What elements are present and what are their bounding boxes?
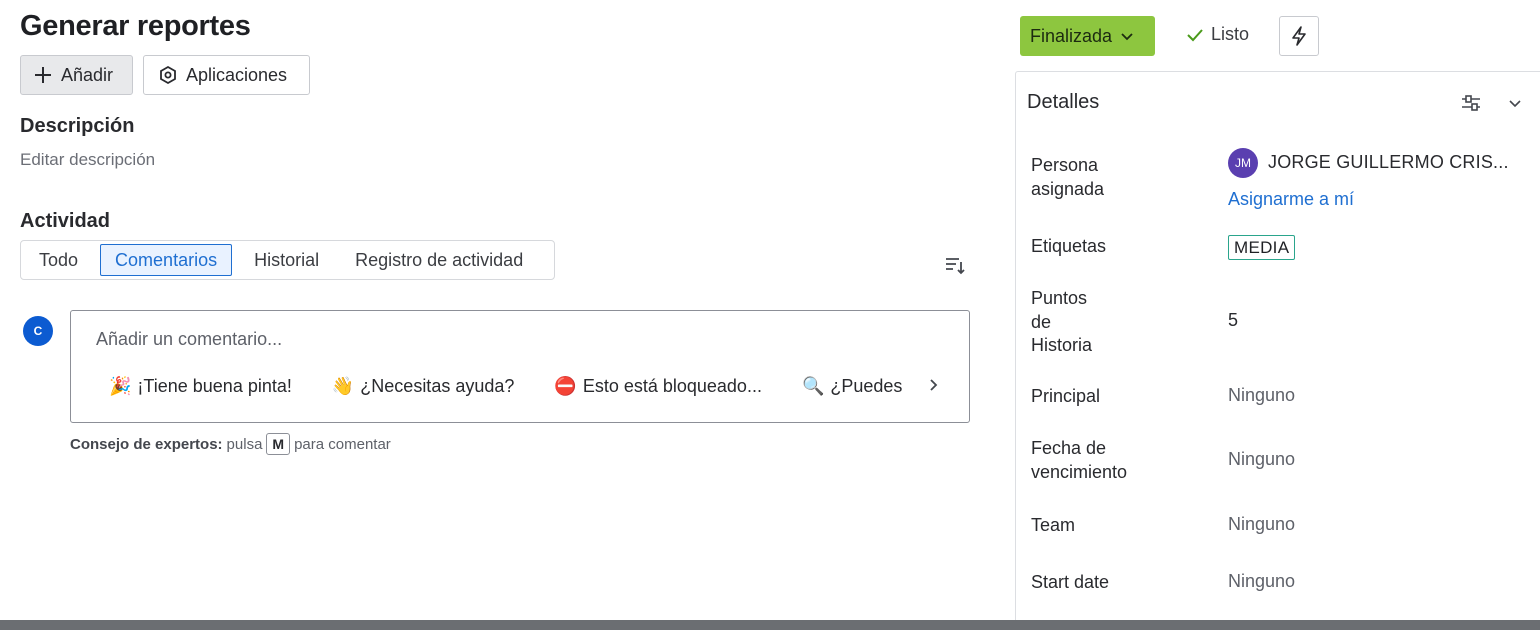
page-title: Generar reportes (20, 10, 251, 42)
hexagon-apps-icon (160, 65, 176, 85)
parent-value[interactable]: Ninguno (1228, 385, 1295, 406)
story-points-value[interactable]: 5 (1228, 310, 1238, 331)
start-date-label: Start date (1031, 572, 1110, 592)
activity-tabs: Todo Comentarios Historial Registro de a… (20, 240, 555, 280)
tip-pre: pulsa (226, 435, 263, 453)
plus-icon (35, 67, 51, 83)
description-editor[interactable]: Editar descripción (20, 150, 155, 170)
activity-heading: Actividad (20, 210, 111, 232)
no-entry-icon: ⛔ (554, 375, 577, 396)
due-date-value[interactable]: Ninguno (1228, 449, 1295, 470)
description-heading: Descripción (20, 115, 135, 137)
quick-reply-label: ¿Necesitas ayuda? (360, 375, 515, 396)
apps-button[interactable]: Aplicaciones (143, 55, 310, 95)
story-points-label: Puntos de Historia (1031, 288, 1093, 355)
quick-reply[interactable]: 🎉 ¡Tiene buena pinta! (109, 376, 292, 397)
add-button[interactable]: Añadir (20, 55, 133, 95)
add-button-label: Añadir (61, 64, 114, 85)
label-tag[interactable]: MEDIA (1228, 235, 1296, 260)
tab-activity-log[interactable]: Registro de actividad (337, 244, 541, 276)
details-title: Detalles (1027, 91, 1100, 113)
due-date-label: Fecha de vencimiento (1031, 438, 1128, 482)
comment-editor[interactable]: Añadir un comentario... 🎉 ¡Tiene buena pi… (70, 310, 970, 423)
quick-reply-label: Esto está bloqueado... (582, 375, 762, 396)
quick-reply[interactable]: ⛔ Esto está bloqueado... (554, 376, 762, 397)
tip-post: para comentar (294, 435, 391, 453)
team-label: Team (1031, 515, 1076, 535)
tab-history[interactable]: Historial (236, 244, 337, 276)
comment-tip: Consejo de expertos: pulsa M para coment… (70, 433, 391, 455)
automation-button[interactable] (1279, 16, 1319, 56)
quick-reply-label: ¿Puedes (830, 375, 903, 396)
parent-label: Principal (1031, 386, 1101, 406)
assignee-label: Persona asignada (1031, 155, 1105, 199)
chevron-down-icon (1121, 33, 1133, 41)
quick-replies: 🎉 ¡Tiene buena pinta! 👋 ¿Necesitas ayuda? … (109, 373, 919, 399)
start-date-value[interactable]: Ninguno (1228, 571, 1295, 592)
magnifier-icon: 🔍 (801, 375, 825, 396)
current-user-avatar: C (23, 316, 53, 346)
team-value[interactable]: Ninguno (1228, 514, 1295, 535)
status-label: Finalizada (1030, 25, 1113, 46)
collapse-chevron-icon[interactable] (1507, 95, 1523, 116)
assign-to-me-link[interactable]: Asignarme a mí (1228, 189, 1354, 210)
resolution-indicator: Listo (1185, 24, 1249, 45)
shortcut-key: M (266, 433, 291, 455)
assignee-avatar: JM (1228, 148, 1258, 178)
party-popper-icon: 🎉 (109, 375, 132, 396)
sort-order-icon[interactable] (944, 254, 966, 281)
apps-button-label: Aplicaciones (186, 64, 288, 85)
tab-all[interactable]: Todo (21, 244, 96, 276)
waving-hand-icon: 👋 (331, 375, 355, 396)
window-bottom-edge (0, 620, 1540, 630)
tip-bold: Consejo de expertos: (70, 435, 223, 453)
resolution-label: Listo (1211, 24, 1250, 44)
lightning-bolt-icon (1292, 26, 1306, 46)
status-dropdown[interactable]: Finalizada (1020, 16, 1155, 56)
configure-fields-icon[interactable] (1460, 92, 1482, 119)
labels-label: Etiquetas (1031, 236, 1107, 256)
tab-comments[interactable]: Comentarios (100, 244, 233, 276)
comment-placeholder: Añadir un comentario... (96, 329, 283, 349)
check-icon (1187, 28, 1203, 41)
quick-reply[interactable]: 👋 ¿Necesitas ayuda? (332, 376, 515, 397)
quick-reply-label: ¡Tiene buena pinta! (137, 375, 292, 396)
quick-reply[interactable]: 🔍 ¿Puedes (802, 376, 902, 397)
chevron-right-icon[interactable] (927, 377, 941, 398)
assignee-name[interactable]: JORGE GUILLERMO CRIS... (1268, 152, 1509, 173)
